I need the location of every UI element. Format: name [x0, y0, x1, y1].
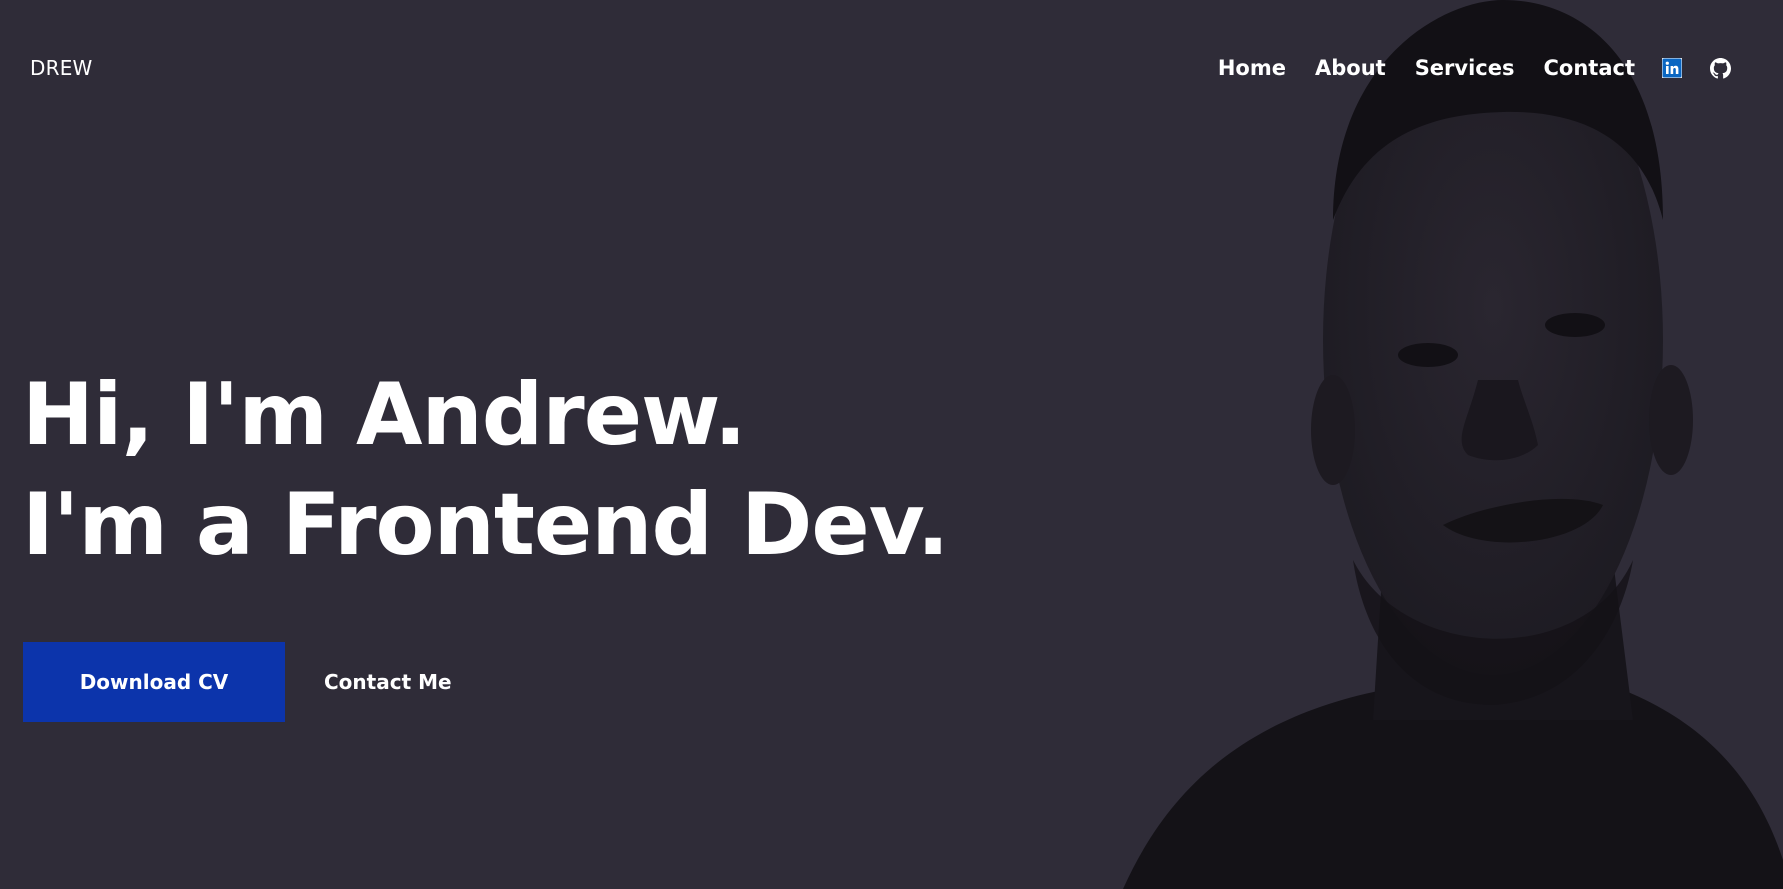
main-nav: Home About Services Contact: [1218, 52, 1731, 84]
nav-link-about[interactable]: About: [1315, 52, 1386, 84]
nav-link-contact[interactable]: Contact: [1544, 52, 1636, 84]
contact-me-button[interactable]: Contact Me: [324, 670, 452, 694]
nav-link-services[interactable]: Services: [1415, 52, 1515, 84]
github-icon[interactable]: [1709, 57, 1731, 79]
hero-heading: Hi, I'm Andrew. I'm a Frontend Dev.: [22, 360, 949, 580]
download-cv-button[interactable]: Download CV: [23, 642, 285, 722]
hero-heading-line-2: I'm a Frontend Dev.: [22, 475, 949, 575]
linkedin-icon[interactable]: [1661, 57, 1683, 79]
site-logo[interactable]: DREW: [30, 55, 93, 81]
hero-actions: Download CV Contact Me: [23, 642, 452, 722]
hero-heading-line-1: Hi, I'm Andrew.: [22, 365, 747, 465]
nav-link-home[interactable]: Home: [1218, 52, 1286, 84]
site-header: DREW Home About Services Contact: [0, 0, 1783, 136]
